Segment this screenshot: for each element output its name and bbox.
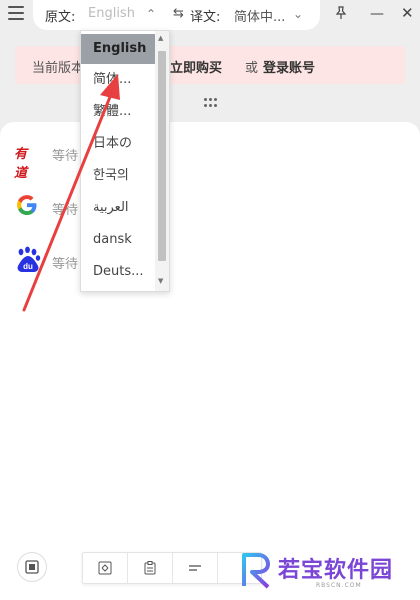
notice-text: 当前版本 bbox=[32, 61, 85, 76]
language-option[interactable]: 繁體... bbox=[81, 96, 156, 128]
source-language-dropdown[interactable]: English 简体... 繁體... 日本の 한국의 العربية dans… bbox=[80, 30, 170, 292]
notice-banner: 当前版本 立即购买 或 登录账号 bbox=[15, 46, 405, 84]
copy-button[interactable] bbox=[83, 553, 128, 583]
buy-now-link[interactable]: 立即购买 bbox=[170, 57, 222, 76]
screenshot-ocr-button[interactable] bbox=[17, 552, 47, 582]
watermark: 若宝软件园 RBSCN.COM bbox=[236, 548, 406, 596]
minimize-icon[interactable]: — bbox=[370, 6, 384, 22]
copy-icon bbox=[98, 561, 112, 575]
top-bar: 原文: English ⌃ ⇆ 译文: 简体中... ⌄ — ✕ bbox=[0, 0, 420, 30]
source-language-select[interactable]: English bbox=[88, 6, 135, 21]
engine-status: 等待 bbox=[52, 149, 79, 164]
baidu-logo-text: du bbox=[23, 262, 33, 271]
baidu-logo: du bbox=[17, 246, 41, 272]
watermark-text: 若宝软件园 bbox=[278, 558, 394, 583]
engine-status: 等待 bbox=[52, 203, 79, 218]
language-option[interactable]: 简体... bbox=[81, 64, 156, 96]
language-list: English 简体... 繁體... 日本の 한국의 العربية dans… bbox=[81, 31, 156, 288]
collapse-icon bbox=[189, 565, 201, 571]
language-option[interactable]: 한국의 bbox=[81, 160, 156, 192]
scroll-down-icon[interactable]: ▼ bbox=[158, 277, 163, 285]
notice-or-text: 或 bbox=[245, 61, 259, 76]
chevron-up-icon[interactable]: ⌃ bbox=[146, 7, 156, 21]
watermark-r-logo bbox=[242, 553, 270, 589]
watermark-subtext: RBSCN.COM bbox=[316, 582, 362, 589]
target-language-select[interactable]: 简体中... bbox=[234, 6, 285, 25]
action-toolbar bbox=[82, 552, 262, 584]
language-option[interactable]: Deuts... bbox=[81, 256, 156, 288]
ocr-icon bbox=[25, 560, 39, 574]
menu-icon[interactable] bbox=[8, 6, 24, 22]
scroll-up-icon[interactable]: ▲ bbox=[158, 34, 163, 42]
results-panel: 有道 等待 等待 du 等待 bbox=[0, 122, 420, 600]
google-logo bbox=[17, 195, 37, 215]
login-link[interactable]: 登录账号 bbox=[263, 57, 315, 76]
close-icon[interactable]: ✕ bbox=[401, 4, 414, 22]
drag-handle[interactable] bbox=[204, 98, 218, 108]
chevron-down-icon[interactable]: ⌄ bbox=[293, 7, 303, 21]
clipboard-button[interactable] bbox=[128, 553, 173, 583]
pin-icon[interactable] bbox=[334, 6, 348, 24]
youdao-logo: 有道 bbox=[14, 147, 28, 181]
clipboard-icon bbox=[144, 561, 156, 575]
engine-status: 等待 bbox=[52, 257, 79, 272]
language-selector-bar: 原文: English ⌃ ⇆ 译文: 简体中... ⌄ bbox=[33, 0, 320, 30]
swap-icon[interactable]: ⇆ bbox=[173, 6, 184, 21]
target-language-label: 译文: bbox=[190, 10, 221, 25]
language-option-english[interactable]: English bbox=[81, 34, 156, 64]
collapse-button[interactable] bbox=[173, 553, 218, 583]
source-language-label: 原文: bbox=[45, 10, 76, 25]
language-option[interactable]: 日本の bbox=[81, 128, 156, 160]
scrollbar-thumb[interactable] bbox=[158, 51, 166, 261]
language-option[interactable]: dansk bbox=[81, 224, 156, 256]
dropdown-scrollbar[interactable]: ▲ ▼ bbox=[155, 31, 169, 291]
language-option[interactable]: العربية bbox=[81, 192, 156, 224]
